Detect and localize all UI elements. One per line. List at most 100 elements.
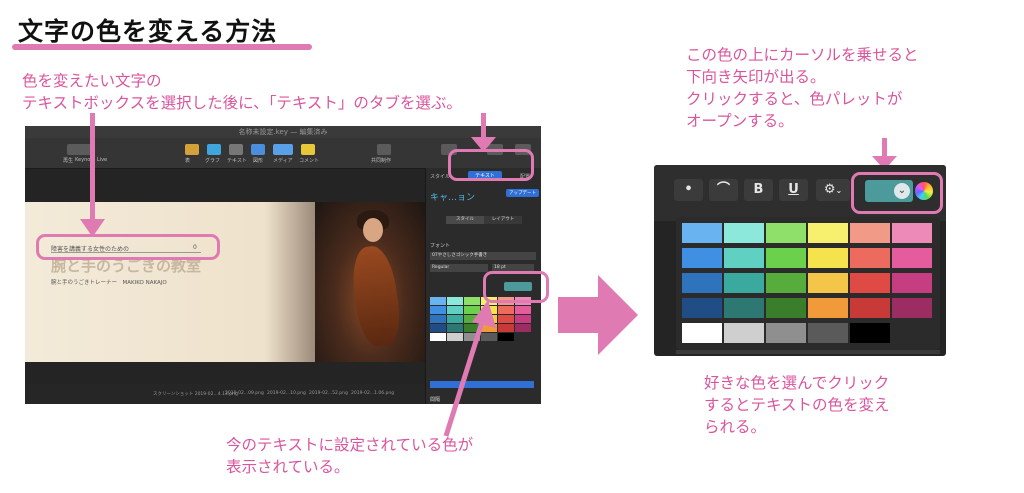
color-swatch[interactable]	[808, 223, 848, 243]
media-icon[interactable]	[273, 144, 293, 155]
color-grid	[676, 217, 940, 350]
note-line: するとテキストの色を変え	[704, 396, 890, 414]
color-swatch[interactable]	[766, 273, 806, 293]
highlight-text-box	[36, 234, 220, 260]
color-swatch[interactable]	[682, 298, 722, 318]
color-swatch[interactable]	[766, 323, 806, 343]
curve-button[interactable]: ⌒	[709, 179, 738, 201]
color-swatch[interactable]	[892, 298, 932, 318]
arrow-shaft	[481, 113, 486, 139]
note-line: 下向き矢印が出る。	[686, 68, 826, 86]
note-select-text-tab: 色を変えたい文字の テキストボックスを選択した後に、「テキスト」のタブを選ぶ。	[22, 70, 462, 114]
color-swatch[interactable]	[850, 273, 890, 293]
collaborate-icon[interactable]	[377, 144, 391, 155]
note-line: 今のテキストに設定されている色が	[226, 436, 474, 454]
segment-layout[interactable]: レイアウト	[484, 216, 522, 224]
mini-color-swatch[interactable]	[498, 324, 514, 332]
color-swatch[interactable]	[766, 223, 806, 243]
page-title: 文字の色を変える方法	[18, 17, 278, 46]
mini-color-swatch[interactable]	[498, 333, 514, 341]
color-swatch[interactable]	[850, 323, 890, 343]
film-label: 2019-02...1.06.png	[351, 391, 395, 396]
color-swatch[interactable]	[724, 323, 764, 343]
note-line: 色を変えたい文字の	[22, 72, 162, 90]
bullet-button[interactable]: •	[674, 179, 703, 201]
shape-icon[interactable]	[251, 144, 265, 155]
font-family-select[interactable]: 07やさしさゴシック手書き	[430, 252, 536, 260]
arrow-shaft	[90, 113, 95, 221]
note-line: テキストボックスを選択した後に、「テキスト」のタブを選ぶ。	[22, 94, 462, 112]
color-swatch[interactable]	[808, 298, 848, 318]
note-choose-color: 好きな色を選んでクリック するとテキストの色を変え られる。	[704, 372, 890, 438]
mini-color-swatch[interactable]	[515, 315, 531, 323]
note-line: られる。	[704, 418, 767, 436]
font-label: フォント	[430, 243, 451, 249]
toolbar-label-comment: コメント	[299, 158, 320, 164]
color-swatch[interactable]	[682, 223, 722, 243]
color-swatch[interactable]	[892, 223, 932, 243]
play-label: 再生	[63, 158, 74, 164]
color-swatch[interactable]	[808, 323, 848, 343]
arrow-head-down	[80, 219, 105, 237]
photo-figure-face	[363, 218, 383, 242]
color-swatch[interactable]	[682, 323, 722, 343]
window-title: 名称未設定.key — 編集済み	[25, 126, 541, 138]
note-line: 表示されている。	[226, 458, 350, 476]
table-icon[interactable]	[185, 144, 199, 155]
chart-icon[interactable]	[207, 144, 221, 155]
underline-button[interactable]: U	[779, 179, 808, 201]
color-swatch[interactable]	[892, 273, 932, 293]
toolbar-label-chart: グラフ	[205, 158, 221, 164]
arrow-up-left	[443, 300, 496, 437]
highlight-text-tab	[448, 149, 534, 181]
mini-color-swatch[interactable]	[515, 324, 531, 332]
gear-glyph: ⚙	[823, 182, 836, 197]
film-label: 2019-02...09.png	[225, 391, 264, 396]
arrow-head-down	[471, 137, 496, 152]
mini-color-swatch[interactable]	[515, 306, 531, 314]
highlight-color-well	[483, 271, 549, 303]
color-swatch[interactable]	[850, 298, 890, 318]
color-swatch[interactable]	[682, 248, 722, 268]
mini-color-swatch[interactable]	[498, 315, 514, 323]
segment-style[interactable]: スタイル	[446, 216, 484, 224]
color-swatch[interactable]	[724, 223, 764, 243]
note-current-color: 今のテキストに設定されている色が 表示されている。	[226, 434, 473, 478]
color-swatch[interactable]	[682, 273, 722, 293]
text-icon[interactable]	[229, 144, 243, 155]
color-swatch[interactable]	[766, 248, 806, 268]
note-hover-arrow: この色の上にカーソルを乗せると 下向き矢印が出る。 クリックすると、色パレットが…	[686, 44, 919, 132]
arrow-shaft	[882, 138, 887, 158]
toolbar-label-collaborate: 共同制作	[371, 158, 392, 164]
color-swatch[interactable]	[892, 248, 932, 268]
color-swatch[interactable]	[724, 248, 764, 268]
toolbar-label-text: テキスト	[227, 158, 247, 164]
tab-style[interactable]: スタイル	[430, 173, 450, 180]
film-label: 2019-02...10.png	[267, 391, 306, 396]
color-swatch[interactable]	[766, 298, 806, 318]
font-style-select[interactable]: Regular	[430, 264, 488, 272]
color-swatch[interactable]	[724, 273, 764, 293]
slide-byline[interactable]: 腕と手のうごきトレーナー MAKIKO NAKAJO	[51, 278, 167, 286]
comment-icon[interactable]	[301, 144, 315, 155]
note-line: この色の上にカーソルを乗せると	[686, 46, 919, 64]
toolbar-label-table: 表	[185, 158, 191, 164]
mini-color-swatch[interactable]	[498, 306, 514, 314]
color-swatch[interactable]	[808, 248, 848, 268]
highlight-color-button	[851, 172, 943, 214]
update-button[interactable]: アップデート	[506, 189, 539, 197]
next-step-arrow	[558, 275, 638, 355]
color-swatch[interactable]	[850, 223, 890, 243]
note-line: 好きな色を選んでクリック	[704, 374, 890, 392]
note-line: クリックすると、色パレットが	[686, 90, 903, 108]
note-line: オープンする。	[686, 112, 794, 130]
paragraph-style-preview[interactable]: キャ…ョン	[430, 190, 475, 203]
color-swatch[interactable]	[808, 273, 848, 293]
film-label: 2019-02...52.png	[309, 391, 348, 396]
filmstrip: スクリーンショット 2019-02...4.13.png 2019-02...0…	[25, 384, 425, 404]
color-swatch[interactable]	[724, 298, 764, 318]
toolbar-label-media: メディア	[273, 158, 293, 164]
gear-icon[interactable]: ⚙⌄	[816, 179, 850, 201]
color-swatch[interactable]	[850, 248, 890, 268]
bold-button[interactable]: B	[744, 179, 773, 201]
